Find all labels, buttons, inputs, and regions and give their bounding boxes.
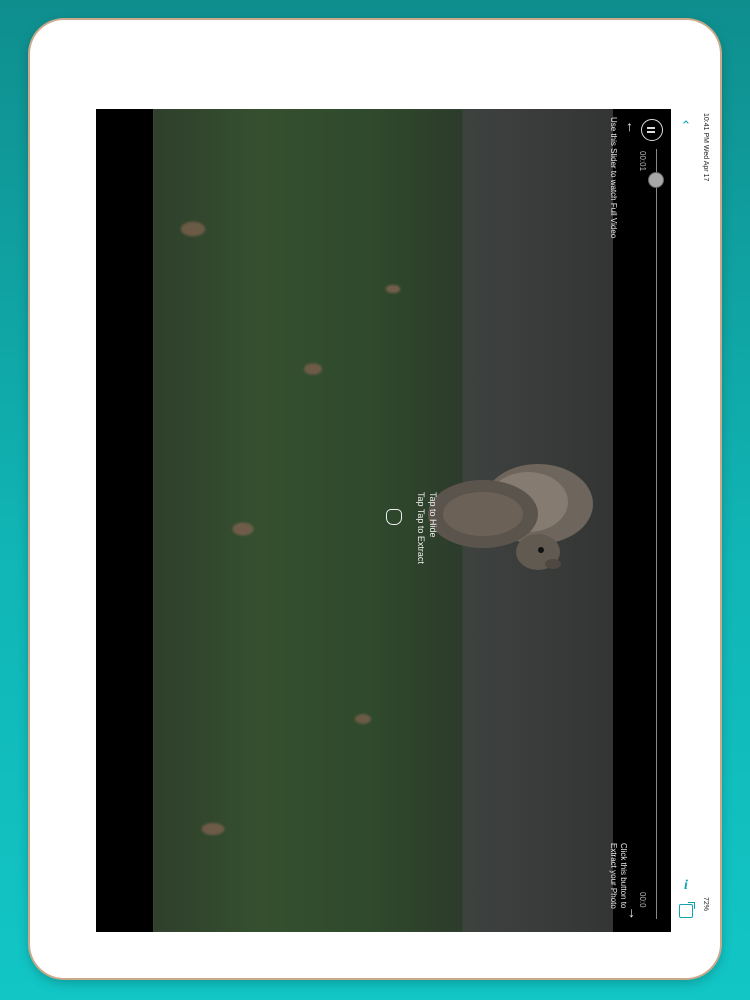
info-icon[interactable]: i [680,879,692,893]
arrow-down-icon: ↓ [628,904,635,920]
slider-hint: Use this Slider to watch Full Video [609,117,618,239]
elapsed-time: 00:01 [638,151,647,172]
app-screen: Tap to Hide Tap Tap to Extract 00:01 00:… [96,109,715,932]
video-slider-track[interactable] [656,149,657,919]
total-time: 00:0 [638,892,647,908]
top-toolbar [671,109,715,932]
ipad-frame: Tap to Hide Tap Tap to Extract 00:01 00:… [30,20,720,978]
tap-to-extract-text: Tap Tap to Extract [416,492,426,564]
arrow-up-icon: ↑ [626,118,633,134]
tap-hint: Tap to Hide Tap Tap to Extract [415,492,439,564]
share-icon[interactable] [679,902,695,918]
hand-tap-icon [386,509,402,525]
extract-hint: Click this button to Extract your Photo [609,843,628,909]
video-frame[interactable]: Tap to Hide Tap Tap to Extract [153,109,613,932]
pause-icon[interactable] [641,119,663,141]
tap-to-hide-text: Tap to Hide [428,492,438,538]
chevron-left-icon[interactable]: ⌃ [679,119,693,133]
video-slider-knob[interactable] [648,172,664,188]
battery-status: 72% [702,897,709,912]
status-time: 10:41 PM Wed Apr 17 [702,113,709,182]
